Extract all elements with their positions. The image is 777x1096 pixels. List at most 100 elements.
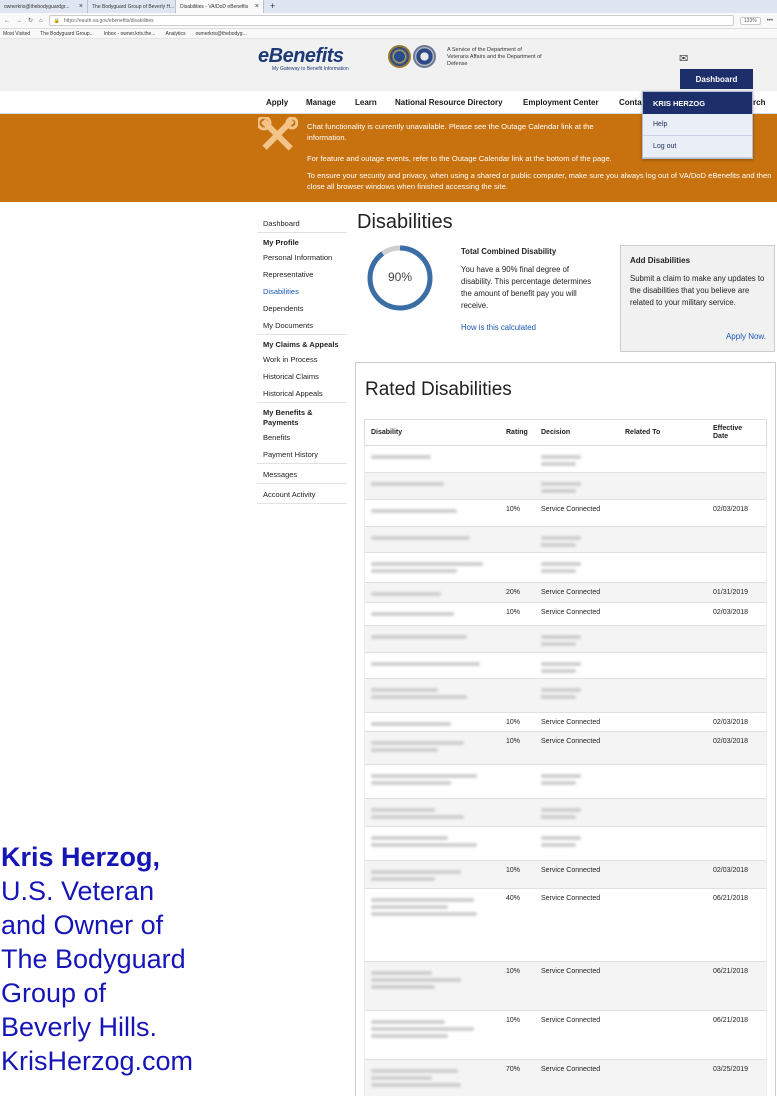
disability-name-redacted <box>371 833 491 850</box>
close-icon[interactable]: × <box>255 3 259 10</box>
effective-date-cell: 06/21/2018 <box>713 895 749 902</box>
sidebar-heading-my-profile[interactable]: My Profile <box>257 233 347 249</box>
effective-date-cell: 02/03/2018 <box>713 609 749 616</box>
caption-line: U.S. Veteran <box>1 876 155 906</box>
browser-tab-active[interactable]: Disabilities - VA/DoD eBenefits × <box>176 0 264 13</box>
effective-date-cell: 01/31/2019 <box>713 589 749 596</box>
disability-name-redacted <box>371 968 491 992</box>
rated-disabilities-title: Rated Disabilities <box>365 379 512 400</box>
nav-learn[interactable]: Learn <box>355 98 377 107</box>
disability-name-redacted <box>371 589 491 599</box>
disability-name-redacted <box>371 506 491 516</box>
rating-cell: 10% <box>506 968 521 975</box>
table-row <box>364 473 767 500</box>
browser-tab[interactable]: The Bodyguard Group of Beverly H...× <box>88 0 176 13</box>
effective-date-cell: 02/03/2018 <box>713 506 749 513</box>
address-bar[interactable]: 🔒 https://eauth.va.gov/ebenefits/disabil… <box>48 15 734 26</box>
table-row: 10% Service Connected 06/21/2018 <box>364 962 767 1011</box>
reload-icon[interactable]: ↻ <box>28 17 33 24</box>
menu-item-logout[interactable]: Log out <box>643 136 752 158</box>
sidebar-item-historical-appeals[interactable]: Historical Appeals <box>257 385 347 403</box>
how-calculated-link[interactable]: How is this calculated <box>461 323 536 332</box>
sidebar: Dashboard My Profile Personal Informatio… <box>257 215 347 504</box>
disability-name-redacted <box>371 609 491 619</box>
sidebar-item-disabilities[interactable]: Disabilities <box>257 283 347 300</box>
mail-icon[interactable]: ✉ <box>679 52 688 65</box>
bookmark-item[interactable]: Analytics <box>166 31 186 37</box>
nav-national-resource-directory[interactable]: National Resource Directory <box>395 98 503 107</box>
column-header-decision: Decision <box>541 429 571 436</box>
combined-rating-value: 90% <box>387 270 413 284</box>
ebenefits-logo[interactable]: eBenefits My Gateway to Benefit Informat… <box>258 45 349 72</box>
user-name: KRIS HERZOG <box>643 92 752 114</box>
sidebar-item-dashboard[interactable]: Dashboard <box>257 215 347 233</box>
nav-employment-center[interactable]: Employment Center <box>523 98 599 107</box>
sidebar-item-representative[interactable]: Representative <box>257 266 347 283</box>
nav-manage[interactable]: Manage <box>306 98 336 107</box>
sidebar-heading-my-benefits[interactable]: My Benefits & Payments <box>257 403 347 429</box>
new-tab-icon[interactable]: + <box>264 0 281 13</box>
alert-text: information. <box>307 133 347 142</box>
bookmark-item[interactable]: Inbox - owner.kris.the... <box>104 31 156 37</box>
disability-name-redacted <box>371 533 491 543</box>
menu-item-help[interactable]: Help <box>643 114 752 136</box>
decision-cell <box>541 833 581 850</box>
menu-more-icon[interactable]: ••• <box>767 18 773 24</box>
column-header-disability: Disability <box>371 429 403 436</box>
effective-date-cell: 02/03/2018 <box>713 867 749 874</box>
table-row <box>364 679 767 713</box>
back-icon[interactable]: ← <box>4 18 10 24</box>
sidebar-heading-my-claims[interactable]: My Claims & Appeals <box>257 335 347 351</box>
sidebar-item-my-documents[interactable]: My Documents <box>257 317 347 335</box>
nav-contact[interactable]: Conta <box>619 98 642 107</box>
sidebar-item-work-in-process[interactable]: Work in Process <box>257 351 347 368</box>
nav-apply[interactable]: Apply <box>266 98 288 107</box>
effective-date-cell: 06/21/2018 <box>713 968 749 975</box>
caption-line: Group of <box>1 978 107 1008</box>
dashboard-button[interactable]: Dashboard <box>680 69 753 89</box>
zoom-indicator[interactable]: 133% <box>739 16 761 25</box>
caption-line: Beverly Hills. <box>1 1012 158 1042</box>
table-row <box>364 653 767 679</box>
tab-label: Disabilities - VA/DoD eBenefits <box>180 3 249 10</box>
sidebar-item-benefits[interactable]: Benefits <box>257 429 347 446</box>
forward-icon[interactable]: → <box>16 18 22 24</box>
decision-cell: Service Connected <box>541 738 601 745</box>
apply-now-link[interactable]: Apply Now. <box>726 332 766 341</box>
table-row: 70% Service Connected 03/25/2019 <box>364 1060 767 1096</box>
bookmark-item[interactable]: The Bodyguard Group... <box>40 31 94 37</box>
sidebar-item-historical-claims[interactable]: Historical Claims <box>257 368 347 385</box>
seals <box>388 45 436 68</box>
decision-cell: Service Connected <box>541 609 601 616</box>
sidebar-item-messages[interactable]: Messages <box>257 464 347 484</box>
disability-name-redacted <box>371 479 491 489</box>
effective-date-cell: 03/25/2019 <box>713 1066 749 1073</box>
table-row <box>364 799 767 827</box>
caption-line: The Bodyguard <box>1 944 186 974</box>
add-disabilities-title: Add Disabilities <box>630 256 691 265</box>
total-combined-disability-text: You have a 90% final degree of disabilit… <box>461 265 592 310</box>
sidebar-item-payment-history[interactable]: Payment History <box>257 446 347 464</box>
browser-tab[interactable]: ownerkris@thebodyguardgr... × <box>0 0 88 13</box>
dod-seal-icon <box>413 45 436 68</box>
sidebar-item-personal-information[interactable]: Personal Information <box>257 249 347 266</box>
sidebar-item-dependents[interactable]: Dependents <box>257 300 347 317</box>
column-header-effective-date: Effective Date <box>713 425 743 440</box>
effective-date-cell: 02/03/2018 <box>713 738 749 745</box>
disability-name-redacted <box>371 685 491 702</box>
sidebar-item-account-activity[interactable]: Account Activity <box>257 484 347 504</box>
table-row: 10% Service Connected 06/21/2018 <box>364 1011 767 1060</box>
total-combined-disability-title: Total Combined Disability <box>461 247 557 256</box>
nav-search[interactable]: rch <box>753 98 765 107</box>
rating-cell: 40% <box>506 895 521 902</box>
logo-text: eBenefits <box>258 45 344 67</box>
disability-name-redacted <box>371 738 491 755</box>
table-row <box>364 446 767 473</box>
close-icon[interactable]: × <box>79 3 83 10</box>
bookmark-item[interactable]: ownerkris@thebodyg... <box>196 31 247 37</box>
disability-name-redacted <box>371 1066 491 1090</box>
disability-name-redacted <box>371 1017 491 1041</box>
column-header-rating: Rating <box>506 429 528 436</box>
home-icon[interactable]: ⌂ <box>39 18 43 24</box>
bookmark-item[interactable]: Most Visited <box>3 31 30 37</box>
